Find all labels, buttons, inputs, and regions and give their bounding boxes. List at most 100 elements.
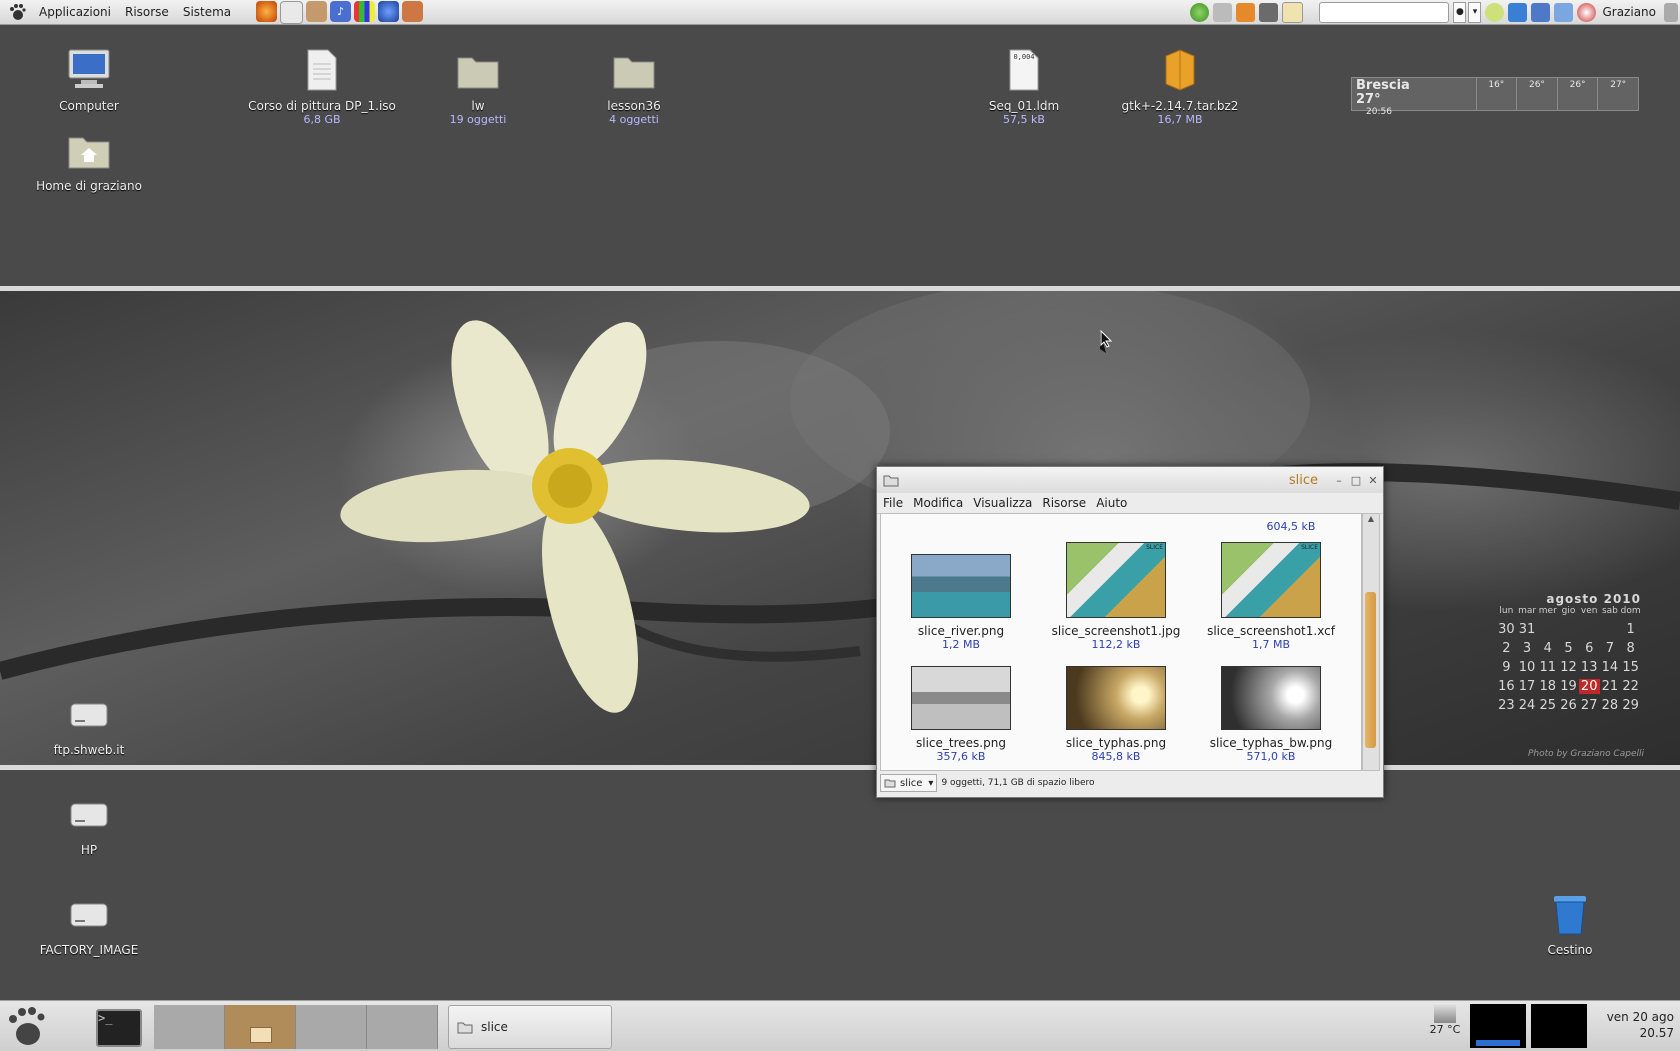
calendar-day[interactable]: 22 bbox=[1620, 679, 1641, 694]
calendar-day[interactable]: 4 bbox=[1537, 641, 1558, 656]
calendar-day[interactable]: 19 bbox=[1558, 679, 1579, 694]
calendar-day[interactable]: 23 bbox=[1496, 698, 1517, 713]
calendar-day[interactable]: 29 bbox=[1620, 698, 1641, 713]
file-item[interactable]: slice_typhas_bw.png 571,0 kB bbox=[1196, 666, 1346, 763]
menu-sistema[interactable]: Sistema bbox=[176, 5, 238, 19]
weather-widget[interactable]: Brescia 27° 20:56 16° 26° 26° 27° bbox=[1351, 77, 1639, 117]
color-launcher-icon[interactable] bbox=[354, 0, 376, 22]
calendar-day[interactable]: 27 bbox=[1579, 698, 1600, 713]
vertical-scrollbar[interactable]: ▲ bbox=[1362, 513, 1380, 771]
firefox-launcher-icon[interactable] bbox=[256, 0, 278, 22]
calendar-day[interactable]: 25 bbox=[1537, 698, 1558, 713]
calendar-day[interactable]: 26 bbox=[1558, 698, 1579, 713]
calendar-day[interactable]: 1 bbox=[1620, 622, 1641, 637]
globe-launcher-icon[interactable] bbox=[378, 0, 400, 22]
temperature-applet[interactable]: 27 °C bbox=[1425, 1005, 1465, 1036]
calendar-day[interactable]: 7 bbox=[1600, 641, 1621, 656]
gnome-foot-icon[interactable] bbox=[4, 1004, 48, 1048]
gnome-foot-icon[interactable] bbox=[6, 1, 28, 23]
calendar-day[interactable] bbox=[1600, 622, 1621, 637]
close-button[interactable]: ✕ bbox=[1366, 474, 1380, 487]
search-input[interactable] bbox=[1319, 1, 1450, 23]
desktop-icon-trash[interactable]: Cestino bbox=[1495, 890, 1645, 957]
notes-icon[interactable] bbox=[1282, 1, 1304, 23]
gimp-launcher-icon[interactable] bbox=[306, 0, 328, 22]
wrench-icon[interactable] bbox=[1213, 2, 1233, 22]
bluetooth-icon[interactable] bbox=[1508, 2, 1528, 22]
menu-aiuto[interactable]: Aiuto bbox=[1096, 496, 1127, 510]
calendar-day[interactable]: 30 bbox=[1496, 622, 1517, 637]
clock-launcher-icon[interactable] bbox=[280, 0, 304, 24]
terminal-launcher-icon[interactable]: >_ bbox=[96, 1009, 142, 1047]
desktop-icon-iso[interactable]: Corso di pittura DP_1.iso 6,8 GB bbox=[247, 46, 397, 126]
calendar-day[interactable]: 20 bbox=[1578, 679, 1600, 694]
calendar-day[interactable]: 18 bbox=[1537, 679, 1558, 694]
workspace-3[interactable] bbox=[296, 1005, 367, 1049]
file-icon-view[interactable]: 604,5 kB slice_river.png 1,2 MB SLICE sl… bbox=[880, 513, 1362, 771]
desktop-icon-ftp[interactable]: ftp.shweb.it bbox=[14, 690, 164, 757]
workspace-1[interactable] bbox=[154, 1005, 225, 1049]
calendar-day[interactable]: 28 bbox=[1600, 698, 1621, 713]
menu-visualizza[interactable]: Visualizza bbox=[973, 496, 1032, 510]
network-icon[interactable] bbox=[1236, 2, 1256, 22]
menu-file[interactable]: File bbox=[883, 496, 903, 510]
search-go-button[interactable]: ● bbox=[1453, 1, 1467, 23]
calendar-day[interactable]: 16 bbox=[1496, 679, 1517, 694]
archive-launcher-icon[interactable] bbox=[402, 0, 424, 22]
workspace-2[interactable] bbox=[225, 1005, 296, 1049]
calendar-day[interactable] bbox=[1558, 622, 1579, 637]
calendar-day[interactable]: 15 bbox=[1620, 660, 1641, 675]
location-dropdown[interactable]: slice ▾ bbox=[880, 774, 938, 792]
desktop-icon-home[interactable]: Home di graziano bbox=[14, 126, 164, 193]
calendar-day[interactable]: 10 bbox=[1517, 660, 1538, 675]
desktop-icon-hp[interactable]: HP bbox=[14, 790, 164, 857]
file-item[interactable]: slice_trees.png 357,6 kB bbox=[886, 666, 1036, 763]
display-icon[interactable] bbox=[1531, 2, 1551, 22]
calendar-day[interactable] bbox=[1579, 622, 1600, 637]
minimize-button[interactable]: – bbox=[1332, 474, 1346, 487]
play-icon[interactable] bbox=[1190, 2, 1210, 22]
desktop-icon-gtk-archive[interactable]: gtk+-2.14.7.tar.bz2 16,7 MB bbox=[1105, 46, 1255, 126]
menu-applicazioni[interactable]: Applicazioni bbox=[32, 5, 118, 19]
calendar-day[interactable]: 13 bbox=[1579, 660, 1600, 675]
user-avatar-icon[interactable] bbox=[1577, 2, 1597, 22]
calendar-day[interactable]: 9 bbox=[1496, 660, 1517, 675]
file-item[interactable]: SLICE slice_screenshot1.jpg 112,2 kB bbox=[1041, 542, 1191, 651]
calendar-day[interactable]: 6 bbox=[1579, 641, 1600, 656]
calendar-day[interactable]: 11 bbox=[1537, 660, 1558, 675]
cpu-monitor-graph[interactable] bbox=[1470, 1004, 1526, 1048]
calendar-day[interactable]: 5 bbox=[1558, 641, 1579, 656]
calendar-day[interactable] bbox=[1537, 622, 1558, 637]
menu-risorse[interactable]: Risorse bbox=[1042, 496, 1086, 510]
music-launcher-icon[interactable]: ♪ bbox=[330, 0, 352, 22]
file-item[interactable]: slice_typhas.png 845,8 kB bbox=[1041, 666, 1191, 763]
desktop-icon-computer[interactable]: Computer bbox=[14, 46, 164, 113]
memory-monitor-graph[interactable] bbox=[1531, 1004, 1587, 1048]
calendar-day[interactable]: 3 bbox=[1517, 641, 1538, 656]
gimp-tray-icon[interactable] bbox=[1259, 2, 1279, 22]
file-item[interactable]: slice_river.png 1,2 MB bbox=[886, 554, 1036, 651]
taskbar-item-slice[interactable]: slice bbox=[448, 1005, 612, 1049]
desktop-icon-factory-image[interactable]: FACTORY_IMAGE bbox=[14, 890, 164, 957]
user-name[interactable]: Graziano bbox=[1602, 5, 1656, 19]
calendar-day[interactable]: 17 bbox=[1517, 679, 1538, 694]
maximize-button[interactable]: □ bbox=[1349, 474, 1363, 487]
mail-icon[interactable] bbox=[1554, 2, 1574, 22]
calendar-day[interactable]: 2 bbox=[1496, 641, 1517, 656]
desktop-icon-lesson36[interactable]: lesson36 4 oggetti bbox=[559, 46, 709, 126]
window-titlebar[interactable]: slice – □ ✕ bbox=[877, 467, 1383, 493]
desktop-icon-lw[interactable]: lw 19 oggetti bbox=[403, 46, 553, 126]
calendar-day[interactable]: 21 bbox=[1600, 679, 1621, 694]
menu-modifica[interactable]: Modifica bbox=[913, 496, 963, 510]
calendar-day[interactable]: 8 bbox=[1620, 641, 1641, 656]
scroll-up-arrow-icon[interactable]: ▲ bbox=[1363, 514, 1379, 523]
scrollbar-thumb[interactable] bbox=[1365, 592, 1376, 748]
file-item[interactable]: SLICE slice_screenshot1.xcf 1,7 MB bbox=[1196, 542, 1346, 651]
calendar-day[interactable]: 12 bbox=[1558, 660, 1579, 675]
desktop-icon-seq[interactable]: 0,004 Seq_01.ldm 57,5 kB bbox=[949, 46, 1099, 126]
menu-risorse[interactable]: Risorse bbox=[118, 5, 176, 19]
clock-applet[interactable]: ven 20 ago 20.57 bbox=[1607, 1009, 1674, 1041]
calendar-day[interactable]: 31 bbox=[1517, 622, 1538, 637]
calendar-day[interactable]: 24 bbox=[1517, 698, 1538, 713]
search-dropdown-button[interactable]: ▾ bbox=[1468, 1, 1482, 23]
